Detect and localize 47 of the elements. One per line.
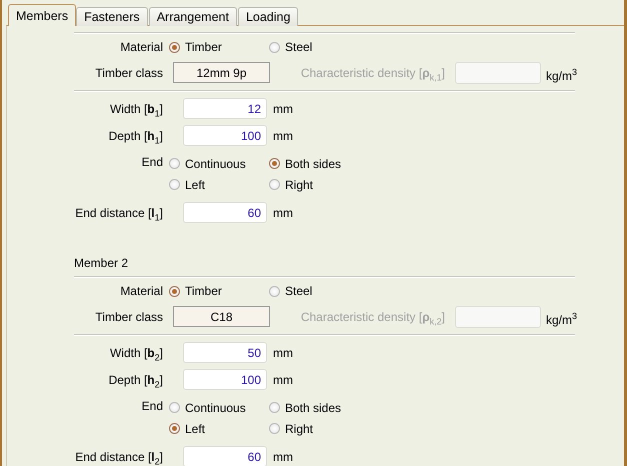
field-label: End (140, 398, 164, 413)
unit-label: mm (273, 450, 293, 464)
tab[interactable]: Members (8, 4, 76, 26)
field-label: Material (119, 40, 164, 54)
field-label: Timber class (94, 310, 164, 324)
end-distance-field[interactable]: 60 (183, 446, 267, 466)
tab[interactable]: Fasteners (76, 7, 148, 26)
unit-label: kg/m$^{3}$ (546, 310, 578, 326)
radio-option[interactable]: Continuous (169, 400, 269, 414)
field-label: Width [b$_{2}$] (108, 346, 164, 360)
section-heading: Member 2 (74, 255, 130, 272)
field-label: End (140, 154, 164, 169)
field-label: Width [b$_{1}$] (108, 102, 164, 116)
radio-option[interactable]: Left (169, 178, 269, 192)
density-label: Characteristic density [ρ$_{k,2}$] (300, 310, 446, 324)
radio-option[interactable]: Both sides (269, 400, 369, 414)
tab[interactable]: Loading (238, 7, 298, 26)
unit-label: mm (273, 346, 293, 360)
width-field[interactable]: 12 (183, 98, 267, 119)
radio-option[interactable]: Steel (269, 284, 369, 298)
field-label: End distance [l$_{2}$] (74, 450, 164, 464)
timber-class-field[interactable]: 12mm 9p (173, 62, 270, 83)
density-label: Characteristic density [ρ$_{k,1}$] (300, 66, 446, 80)
radio-option[interactable]: Right (269, 178, 369, 192)
tab[interactable]: Arrangement (148, 7, 237, 26)
width-field[interactable]: 50 (183, 342, 267, 363)
field-label: End distance [l$_{1}$] (74, 206, 164, 220)
depth-field[interactable]: 100 (183, 125, 267, 146)
radio-option[interactable]: Left (169, 422, 269, 436)
timber-class-field[interactable]: C18 (173, 306, 270, 327)
field-label: Timber class (94, 66, 164, 80)
radio-option[interactable]: Timber (169, 40, 269, 54)
depth-field[interactable]: 100 (183, 369, 267, 390)
field-label: Material (119, 284, 164, 298)
unit-label: mm (273, 102, 293, 116)
unit-label: mm (273, 372, 293, 386)
radio-option[interactable]: Steel (269, 40, 369, 54)
radio-option[interactable]: Right (269, 422, 369, 436)
field-label: Depth [h$_{1}$] (108, 128, 164, 142)
unit-label: mm (273, 206, 293, 220)
radio-option[interactable]: Continuous (169, 156, 269, 170)
radio-option[interactable]: Both sides (269, 156, 369, 170)
unit-label: mm (273, 128, 293, 142)
unit-label: kg/m$^{3}$ (546, 66, 578, 82)
end-distance-field[interactable]: 60 (183, 202, 267, 223)
radio-option[interactable]: Timber (169, 284, 269, 298)
field-label: Depth [h$_{2}$] (108, 372, 164, 386)
